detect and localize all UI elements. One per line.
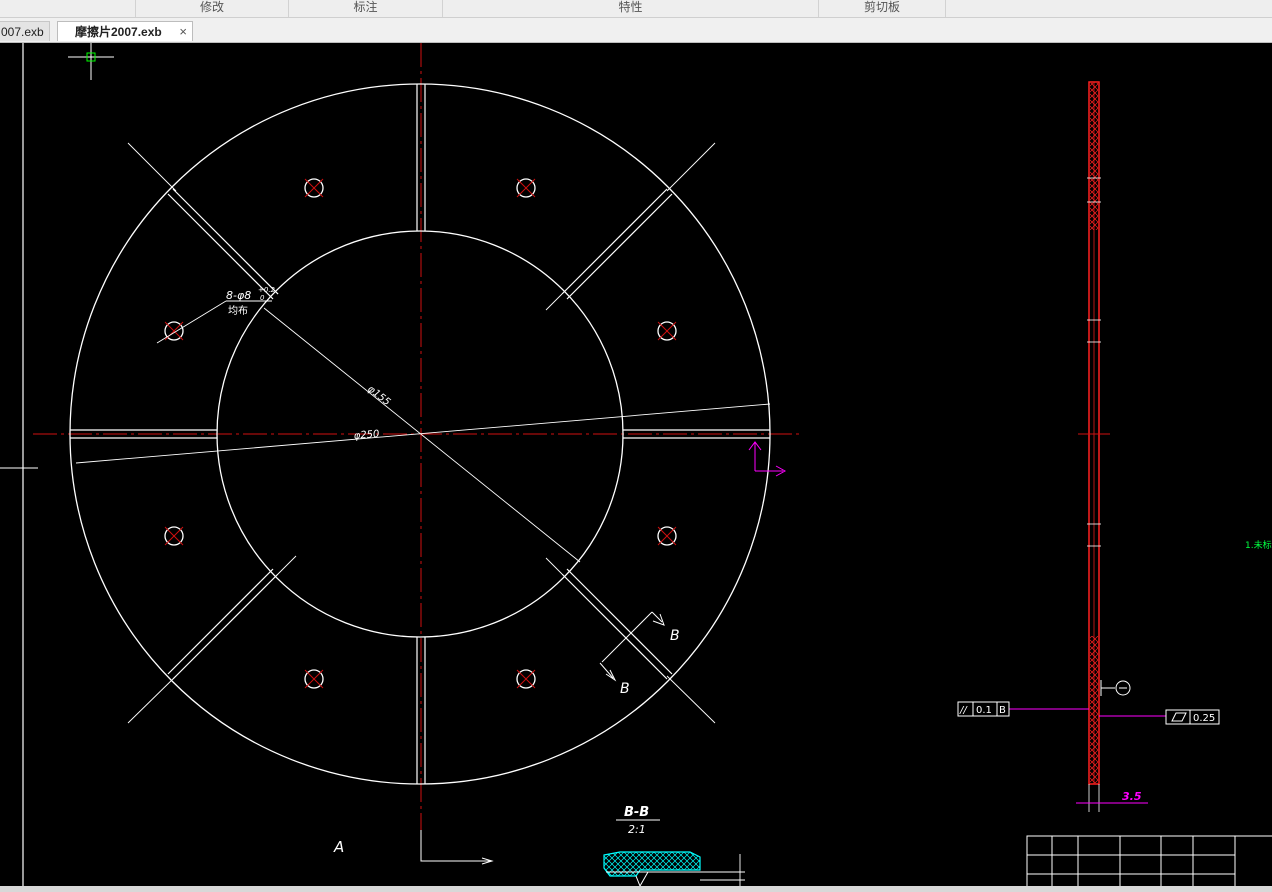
hole-note-tolerance-lower: 0 bbox=[260, 294, 265, 302]
ribbon-group-modify[interactable]: 修改 bbox=[135, 0, 288, 17]
side-view bbox=[1076, 81, 1148, 812]
close-icon[interactable]: × bbox=[179, 22, 187, 42]
dim-inner-diameter: φ155 bbox=[365, 384, 392, 408]
section-view-scale: 2:1 bbox=[628, 823, 646, 836]
section-label-b2: B bbox=[620, 681, 630, 697]
ribbon-group-clipboard[interactable]: 剪切板 bbox=[818, 0, 946, 17]
title-block bbox=[1026, 835, 1272, 892]
tab-label: 007.exb bbox=[1, 25, 44, 39]
tolerance-parallel-frame: // 0.1 B bbox=[957, 701, 1010, 717]
flatness-value: 0.25 bbox=[1193, 713, 1215, 724]
ribbon-group-bar: 修改 标注 特性 剪切板 bbox=[0, 0, 1272, 18]
tolerance-datum: B bbox=[999, 705, 1006, 716]
document-tab-bar: 007.exb 摩擦片2007.exb × bbox=[0, 18, 1272, 43]
hole-note-uniform: 均布 bbox=[228, 305, 248, 317]
tab-label: 摩擦片2007.exb bbox=[75, 25, 162, 39]
tab-document-prev[interactable]: 007.exb bbox=[0, 21, 50, 41]
section-label-b1: B bbox=[670, 628, 680, 644]
tolerance-value: 0.1 bbox=[976, 705, 992, 716]
ribbon-group-properties[interactable]: 特性 bbox=[442, 0, 818, 17]
cursor-crosshair-icon bbox=[68, 34, 114, 80]
ribbon-group-annotate[interactable]: 标注 bbox=[288, 0, 442, 17]
section-view-title: B-B bbox=[624, 805, 649, 820]
parallel-icon: // bbox=[959, 705, 968, 716]
hole-note-text: 8-φ8 bbox=[226, 289, 251, 302]
dim-line-inner bbox=[263, 307, 581, 563]
tolerance-flatness-frame: 0.25 bbox=[1165, 709, 1220, 725]
hole-note-tolerance-upper: +0.2 bbox=[258, 286, 276, 294]
technical-note: 1.未标 bbox=[1245, 539, 1272, 551]
cad-drawing: 8-φ8 +0.2 0 均布 φ155 φ250 B B A B-B 2:1 3… bbox=[0, 34, 1272, 892]
datum-symbol-icon bbox=[1100, 680, 1131, 696]
tab-document-active[interactable]: 摩擦片2007.exb × bbox=[57, 21, 193, 41]
drawing-canvas[interactable]: 8-φ8 +0.2 0 均布 φ155 φ250 B B A B-B 2:1 3… bbox=[0, 34, 1272, 892]
status-bar bbox=[0, 886, 1272, 892]
ucs-axis-icon bbox=[748, 441, 787, 477]
thickness-dimension: 3.5 bbox=[1122, 790, 1142, 803]
view-label: A bbox=[333, 838, 344, 856]
flatness-icon bbox=[1171, 712, 1187, 722]
dim-outer-diameter: φ250 bbox=[353, 429, 380, 442]
